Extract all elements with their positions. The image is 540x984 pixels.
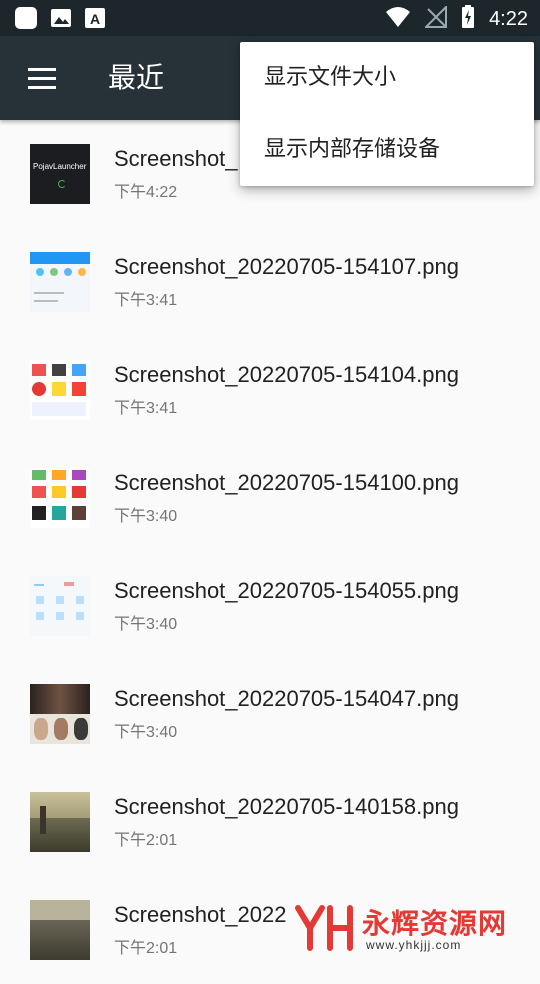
a-icon: A [84,7,106,33]
file-thumbnail: PojavLauncher [30,144,90,204]
menu-item-show-file-size[interactable]: 显示文件大小 [240,42,534,114]
watermark-logo-icon [295,905,353,951]
file-thumbnail [30,360,90,420]
file-time: 下午3:40 [114,508,178,525]
menu-item-show-internal-storage[interactable]: 显示内部存储设备 [240,114,534,186]
no-signal-icon [423,4,448,32]
file-item[interactable]: Screenshot_20220705-154107.png 下午3:41 [0,228,540,336]
battery-charging-icon [461,5,475,33]
file-name: Screenshot_ [114,146,238,171]
file-name: Screenshot_20220705-154100.png [114,470,459,495]
file-thumbnail [30,792,90,852]
file-name: Screenshot_20220705-154047.png [114,686,459,711]
file-time: 下午3:40 [114,616,178,633]
file-time: 下午3:40 [114,724,178,741]
file-name: Screenshot_20220705-154055.png [114,578,459,603]
file-time: 下午4:22 [114,184,178,201]
file-thumbnail [30,576,90,636]
file-time: 下午3:41 [114,400,178,417]
file-name: Screenshot_20220705-154107.png [114,254,459,279]
clock: 4:22 [489,8,528,30]
file-thumbnail [30,468,90,528]
file-name: Screenshot_2022 [114,902,287,927]
watermark-text: 永辉资源网 [362,907,508,940]
image-icon [50,7,72,33]
status-bar: A 4:22 [0,0,540,36]
file-time: 下午3:41 [114,292,178,309]
watermark-url: www.yhkjjj.com [366,938,462,952]
file-item[interactable]: Screenshot_20220705-154047.png 下午3:40 [0,660,540,768]
file-item[interactable]: Screenshot_20220705-154055.png 下午3:40 [0,552,540,660]
file-time: 下午2:01 [114,940,178,957]
file-time: 下午2:01 [114,832,178,849]
overflow-menu: 显示文件大小 显示内部存储设备 [240,42,534,186]
app-icon [14,6,38,34]
page-title: 最近 [108,61,165,94]
recent-files-list: PojavLauncher Screenshot_ 下午4:22 Screens… [0,120,540,984]
file-item[interactable]: Screenshot_20220705-154104.png 下午3:41 [0,336,540,444]
hamburger-menu-icon[interactable] [28,68,56,90]
file-thumbnail [30,684,90,744]
file-item[interactable]: Screenshot_20220705-154100.png 下午3:40 [0,444,540,552]
wifi-icon [385,6,411,32]
file-name: Screenshot_20220705-154104.png [114,362,459,387]
file-thumbnail [30,900,90,960]
file-name: Screenshot_20220705-140158.png [114,794,459,819]
file-thumbnail [30,252,90,312]
file-item[interactable]: Screenshot_20220705-140158.png 下午2:01 [0,768,540,876]
svg-text:A: A [90,11,100,27]
watermark: 永辉资源网 www.yhkjjj.com [294,902,514,954]
